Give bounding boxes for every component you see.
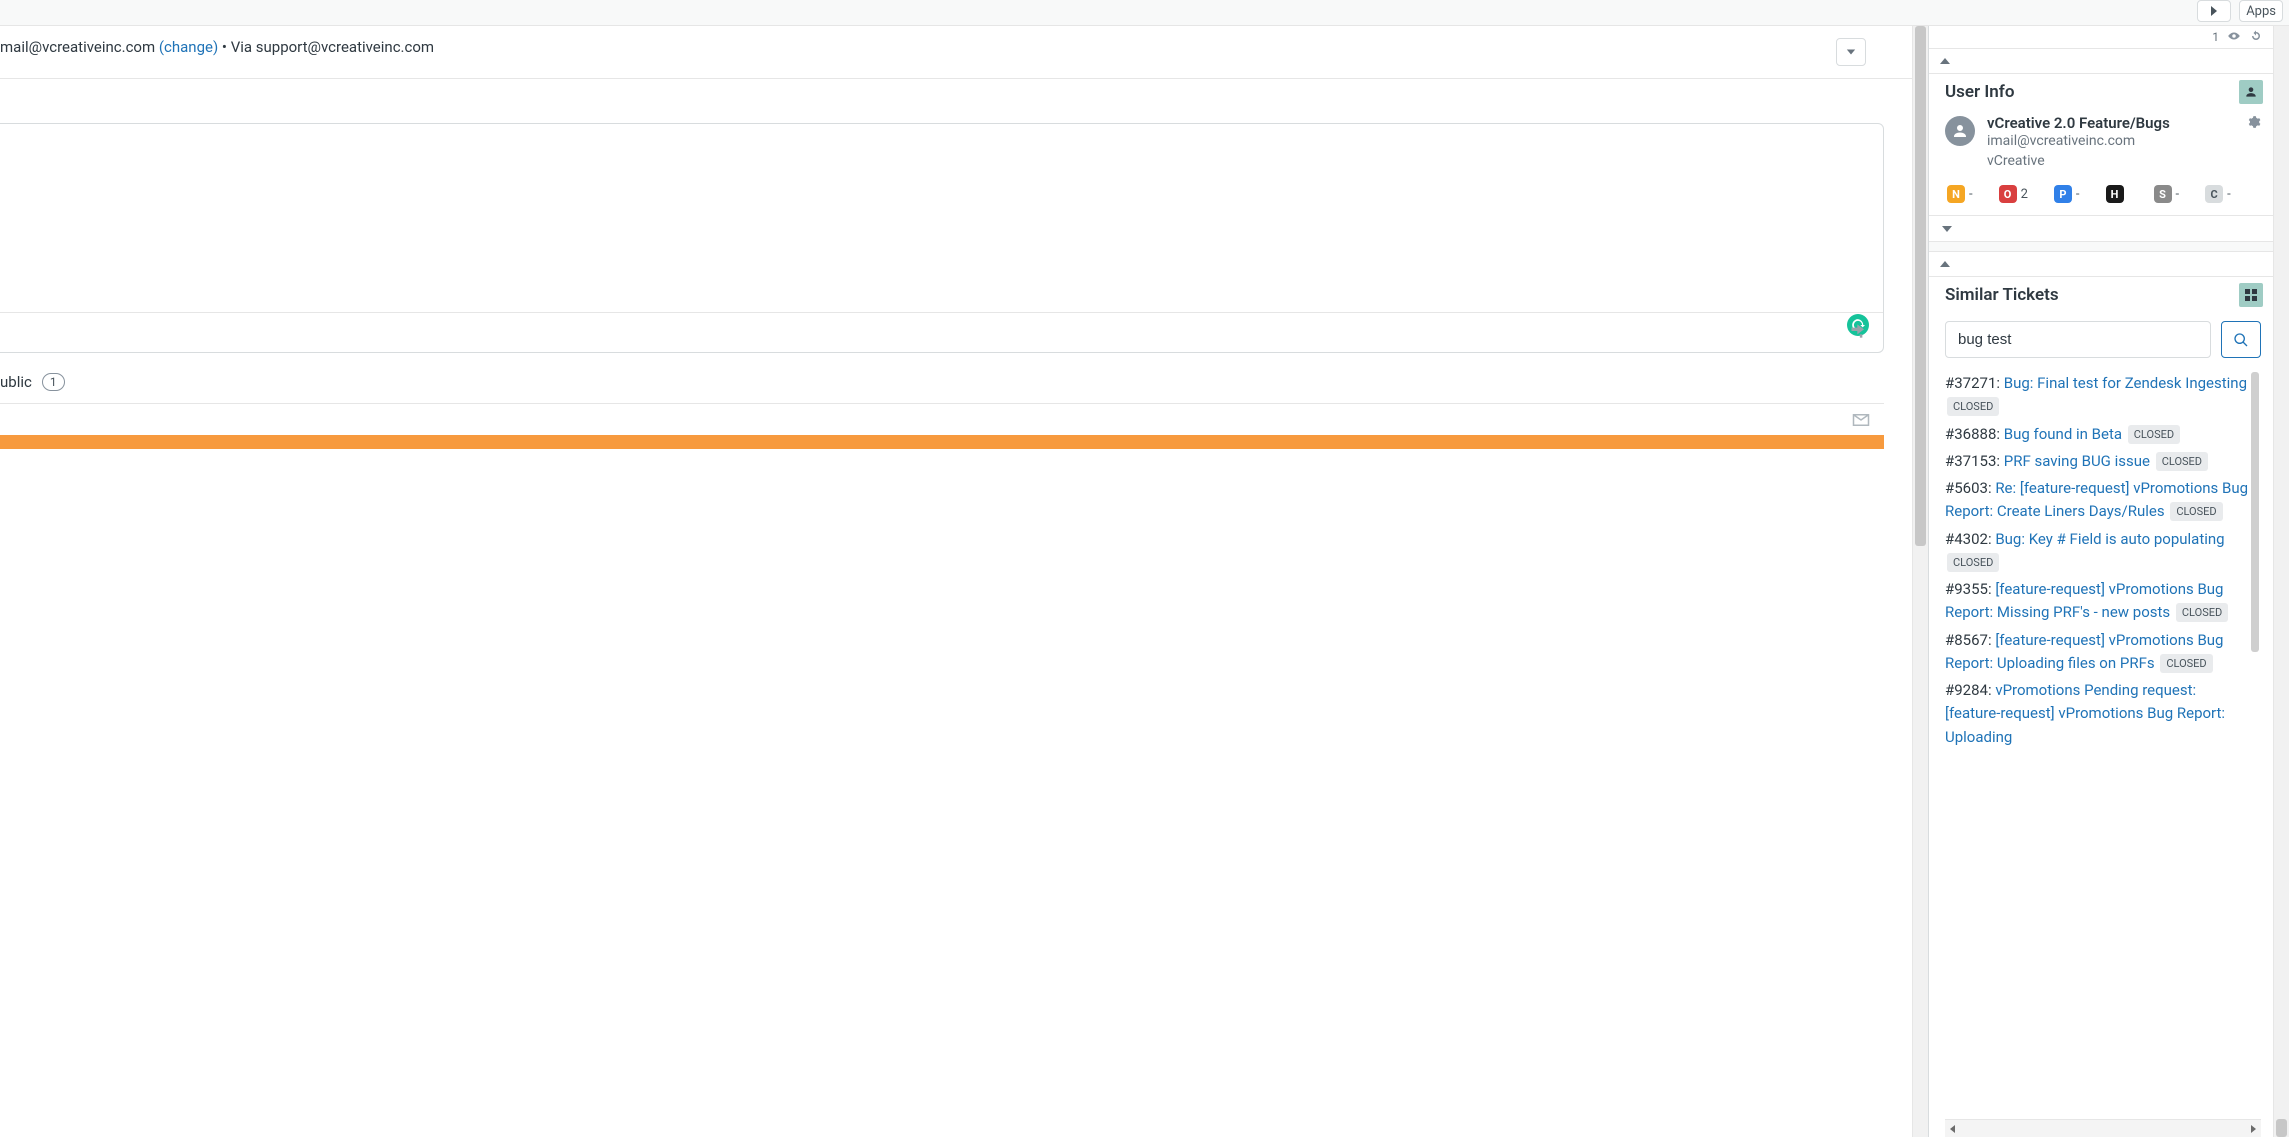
panel-collapse-toggle[interactable] [1929, 252, 2273, 276]
viewers-count: 1 [2212, 30, 2219, 44]
scrollbar-thumb[interactable] [2251, 372, 2259, 652]
panel-collapse-toggle[interactable] [1929, 49, 2273, 73]
ticket-link[interactable]: PRF saving BUG issue [2004, 452, 2150, 470]
chip-solved[interactable]: S- [2154, 185, 2180, 203]
ticket-link[interactable]: Bug: Key # Field is auto populating [1995, 530, 2224, 548]
ticket-link[interactable]: Bug: Final test for Zendesk Ingesting [2004, 374, 2247, 392]
sidebar-outer-scrollbar[interactable] [2273, 26, 2289, 1137]
conversation-section: ublic 1 [0, 353, 1884, 457]
via-text: • Via support@vcreativeinc.com [222, 38, 434, 56]
main-scrollbar[interactable] [1912, 26, 1928, 1137]
ticket-result: #9355: [feature-request] vPromotions Bug… [1945, 578, 2255, 625]
ticket-result: #37153: PRF saving BUG issue CLOSED [1945, 450, 2255, 473]
chevron-up-icon [1939, 259, 1951, 269]
ticket-id: #37271: [1945, 374, 2004, 392]
scrollbar-thumb[interactable] [2276, 1119, 2287, 1137]
mail-icon [1852, 412, 1870, 431]
similar-title: Similar Tickets [1945, 285, 2059, 305]
similar-app-icon[interactable] [2239, 283, 2263, 307]
top-toolbar: Apps [0, 0, 2289, 26]
search-icon [2233, 332, 2249, 348]
status-badge: CLOSED [2156, 452, 2208, 471]
ticket-id: #8567: [1945, 631, 1995, 649]
chip-hold[interactable]: H [2106, 185, 2128, 203]
status-badge: CLOSED [2176, 603, 2228, 622]
eye-icon [2227, 30, 2241, 45]
ticket-result: #37271: Bug: Final test for Zendesk Inge… [1945, 372, 2255, 419]
ticket-id: #4302: [1945, 530, 1995, 548]
conversation-count: 1 [42, 373, 65, 391]
scrollbar-thumb[interactable] [1915, 26, 1926, 546]
ticket-id: #36888: [1945, 425, 2004, 443]
plugin-icon[interactable] [1849, 321, 1869, 345]
status-badge: CLOSED [1947, 553, 1999, 572]
search-input[interactable] [1945, 321, 2211, 358]
reply-editor[interactable] [0, 123, 1884, 353]
note-highlight [0, 435, 1884, 449]
ticket-status-chips: N- O2 P- H S- C- [1945, 171, 2261, 205]
ticket-result: #5603: Re: [feature-request] vPromotions… [1945, 477, 2255, 524]
status-badge: CLOSED [1947, 397, 1999, 416]
user-name: vCreative 2.0 Feature/Bugs [1987, 114, 2235, 132]
gear-icon[interactable] [2247, 114, 2261, 133]
chip-new[interactable]: N- [1947, 185, 1973, 203]
conversation-label: ublic [0, 373, 32, 391]
user-info-title: User Info [1945, 82, 2014, 102]
user-email: imail@vcreativeinc.com [1987, 132, 2235, 152]
results-list: #37271: Bug: Final test for Zendesk Inge… [1945, 372, 2261, 1119]
apps-button[interactable]: Apps [2239, 0, 2283, 22]
chevron-left-icon [1949, 1125, 1957, 1133]
chip-open[interactable]: O2 [1999, 185, 2028, 203]
conversation-item [0, 403, 1884, 449]
ticket-result: #4302: Bug: Key # Field is auto populati… [1945, 528, 2255, 575]
status-badge: CLOSED [2160, 654, 2212, 673]
avatar [1945, 116, 1975, 146]
header-collapse-button[interactable] [1836, 38, 1866, 66]
ticket-id: #9284: [1945, 681, 1995, 699]
results-scrollbar[interactable] [2249, 372, 2261, 1099]
ticket-id: #9355: [1945, 580, 1995, 598]
ticket-id: #37153: [1945, 452, 2004, 470]
toolbar-caret-button[interactable] [2197, 0, 2231, 22]
user-info-expand[interactable] [1929, 215, 2273, 241]
ticket-link[interactable]: Bug found in Beta [2004, 425, 2122, 443]
ticket-result: #9284: vPromotions Pending request: [fea… [1945, 679, 2255, 749]
chip-closed[interactable]: C- [2205, 185, 2231, 203]
search-button[interactable] [2221, 321, 2261, 358]
status-badge: CLOSED [2128, 425, 2180, 444]
sidebar: 1 User Info [1928, 26, 2273, 1137]
chevron-up-icon [1939, 56, 1951, 66]
editor-footer [0, 312, 1883, 352]
chevron-right-icon [2208, 5, 2220, 17]
ticket-result: #8567: [feature-request] vPromotions Bug… [1945, 629, 2255, 676]
main-pane: mail@vcreativeinc.com (change) • Via sup… [0, 26, 1928, 1137]
change-link[interactable]: (change) [159, 38, 218, 56]
results-hscrollbar[interactable] [1945, 1119, 2261, 1137]
reload-icon[interactable] [2249, 30, 2263, 45]
from-address: mail@vcreativeinc.com [0, 38, 155, 56]
viewers-bar: 1 [1929, 26, 2273, 48]
ticket-result: #36888: Bug found in Beta CLOSED [1945, 423, 2255, 446]
ticket-id: #5603: [1945, 479, 1995, 497]
user-info-app-icon[interactable] [2239, 80, 2263, 104]
chevron-down-icon [1846, 47, 1856, 57]
chevron-right-icon [2249, 1125, 2257, 1133]
chevron-down-icon [1941, 224, 1953, 234]
user-org: vCreative [1987, 152, 2235, 172]
chip-pending[interactable]: P- [2054, 185, 2080, 203]
status-badge: CLOSED [2170, 502, 2222, 521]
user-info-panel: User Info vCreative 2.0 Feature/Bugs ima… [1929, 48, 2273, 241]
email-header: mail@vcreativeinc.com (change) • Via sup… [0, 26, 1912, 78]
similar-tickets-panel: Similar Tickets #37271: Bug: Final test … [1929, 251, 2273, 1137]
